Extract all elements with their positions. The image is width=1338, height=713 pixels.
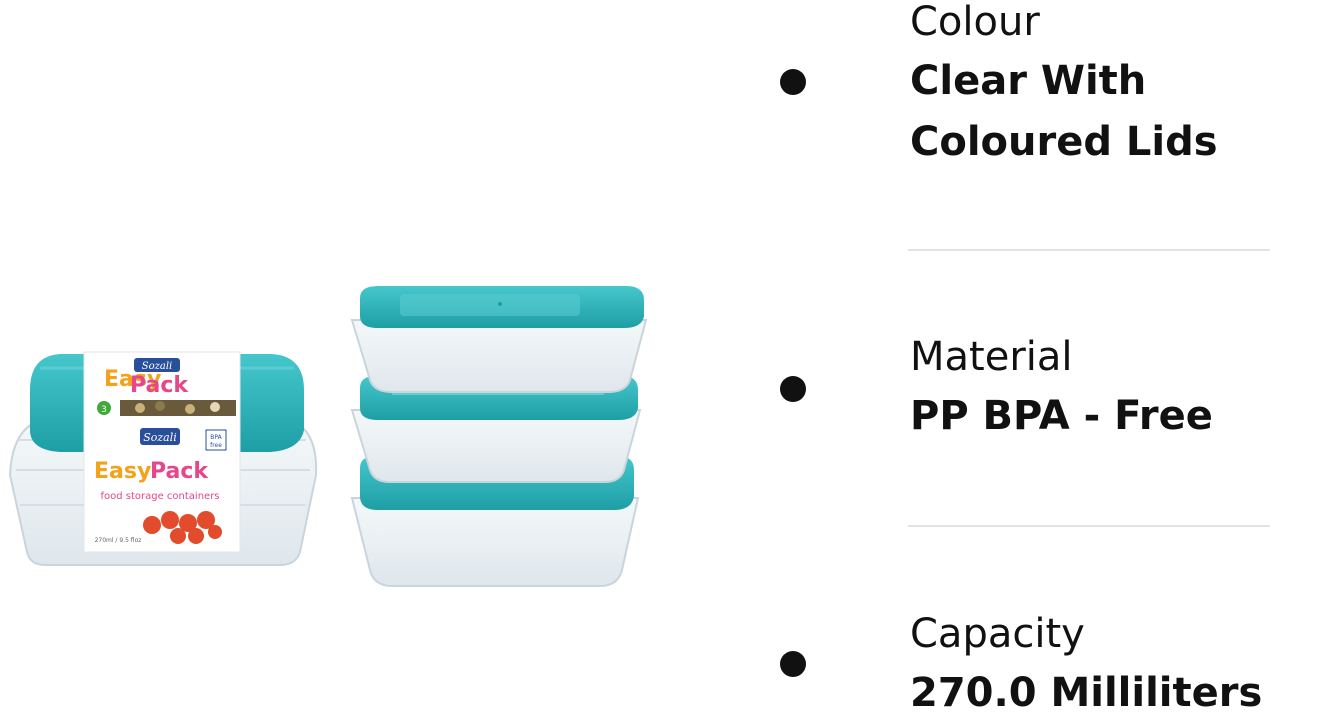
svg-text:Sozali: Sozali (143, 431, 177, 444)
svg-text:Pack: Pack (150, 459, 209, 484)
spec-value: PP BPA - Free (910, 393, 1213, 439)
spec-value: Clear With Coloured Lids (910, 58, 1218, 165)
bullet-icon (780, 69, 806, 95)
spec-value: 270.0 Milliliters (910, 670, 1263, 713)
svg-text:270ml / 9.5 floz: 270ml / 9.5 floz (95, 537, 142, 544)
packaged-stack: Sozali Easy Pack 3 Sozali BPA free Easy … (8, 351, 318, 566)
divider (908, 249, 1270, 251)
bullet-icon (780, 651, 806, 677)
product-image: Sozali Easy Pack 3 Sozali BPA free Easy … (8, 286, 648, 587)
product-spec-page: Sozali Easy Pack 3 Sozali BPA free Easy … (0, 0, 1338, 713)
svg-text:food storage containers: food storage containers (100, 491, 219, 502)
bullet-icon (780, 376, 806, 402)
svg-text:free: free (210, 442, 222, 449)
spec-label: Capacity (910, 611, 1085, 657)
divider (908, 525, 1270, 527)
svg-text:Easy: Easy (94, 459, 151, 484)
svg-text:Pack: Pack (130, 373, 189, 398)
svg-text:3: 3 (101, 405, 107, 415)
svg-text:BPA: BPA (210, 434, 222, 441)
spec-label: Material (910, 334, 1073, 380)
spec-label: Colour (910, 0, 1040, 45)
container-stack (350, 286, 648, 587)
